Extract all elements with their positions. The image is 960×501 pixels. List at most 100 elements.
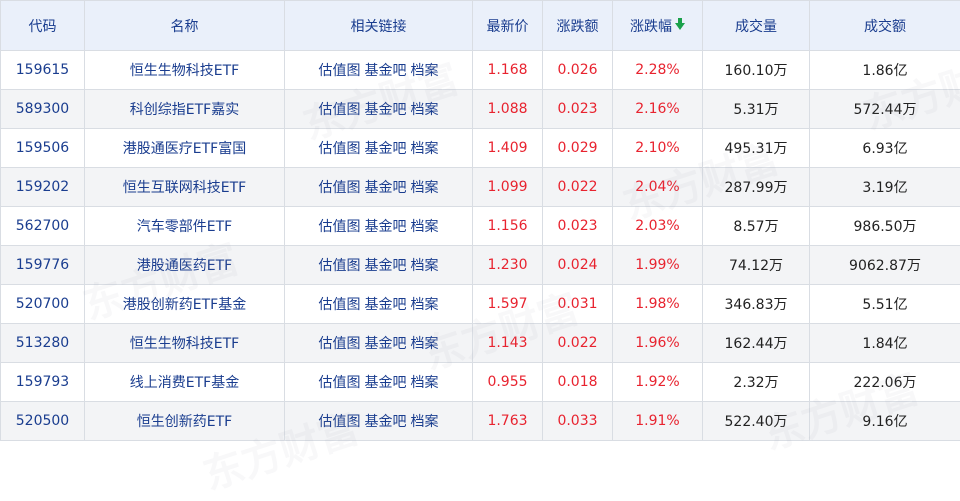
- cell-code[interactable]: 159615: [1, 51, 85, 90]
- cell-price: 1.156: [473, 207, 543, 246]
- cell-pct: 2.16%: [613, 90, 703, 129]
- cell-pct: 2.10%: [613, 129, 703, 168]
- link-fund-profile[interactable]: 档案: [411, 336, 439, 352]
- cell-change: 0.033: [543, 402, 613, 441]
- col-header-code[interactable]: 代码: [1, 1, 85, 51]
- cell-code[interactable]: 589300: [1, 90, 85, 129]
- cell-pct: 2.28%: [613, 51, 703, 90]
- cell-name[interactable]: 汽车零部件ETF: [85, 207, 285, 246]
- cell-links: 估值图基金吧档案: [285, 324, 473, 363]
- cell-volume: 160.10万: [703, 51, 810, 90]
- cell-change: 0.029: [543, 129, 613, 168]
- cell-price: 1.763: [473, 402, 543, 441]
- cell-name[interactable]: 线上消费ETF基金: [85, 363, 285, 402]
- link-valuation-chart[interactable]: 估值图: [319, 414, 361, 430]
- col-header-name[interactable]: 名称: [85, 1, 285, 51]
- link-fund-forum[interactable]: 基金吧: [365, 297, 407, 313]
- cell-amount: 5.51亿: [810, 285, 960, 324]
- cell-amount: 986.50万: [810, 207, 960, 246]
- cell-amount: 1.86亿: [810, 51, 960, 90]
- cell-links: 估值图基金吧档案: [285, 207, 473, 246]
- cell-change: 0.022: [543, 324, 613, 363]
- fund-ranking-table: 代码 名称 相关链接 最新价 涨跌额 涨跌幅 成交量 成交额 159615恒生生…: [0, 0, 960, 441]
- cell-links: 估值图基金吧档案: [285, 129, 473, 168]
- link-valuation-chart[interactable]: 估值图: [319, 336, 361, 352]
- col-header-price[interactable]: 最新价: [473, 1, 543, 51]
- cell-name[interactable]: 港股通医疗ETF富国: [85, 129, 285, 168]
- link-valuation-chart[interactable]: 估值图: [319, 102, 361, 118]
- link-valuation-chart[interactable]: 估值图: [319, 219, 361, 235]
- link-fund-forum[interactable]: 基金吧: [365, 258, 407, 274]
- cell-pct: 1.91%: [613, 402, 703, 441]
- cell-price: 1.409: [473, 129, 543, 168]
- col-header-change[interactable]: 涨跌额: [543, 1, 613, 51]
- cell-name[interactable]: 港股创新药ETF基金: [85, 285, 285, 324]
- col-header-links: 相关链接: [285, 1, 473, 51]
- link-fund-profile[interactable]: 档案: [411, 141, 439, 157]
- link-valuation-chart[interactable]: 估值图: [319, 141, 361, 157]
- cell-pct: 1.99%: [613, 246, 703, 285]
- link-fund-forum[interactable]: 基金吧: [365, 102, 407, 118]
- cell-code[interactable]: 520700: [1, 285, 85, 324]
- cell-price: 1.088: [473, 90, 543, 129]
- link-valuation-chart[interactable]: 估值图: [319, 258, 361, 274]
- cell-amount: 9.16亿: [810, 402, 960, 441]
- link-fund-forum[interactable]: 基金吧: [365, 141, 407, 157]
- cell-name[interactable]: 恒生创新药ETF: [85, 402, 285, 441]
- cell-volume: 287.99万: [703, 168, 810, 207]
- link-valuation-chart[interactable]: 估值图: [319, 375, 361, 391]
- cell-code[interactable]: 513280: [1, 324, 85, 363]
- cell-volume: 346.83万: [703, 285, 810, 324]
- link-fund-forum[interactable]: 基金吧: [365, 336, 407, 352]
- link-fund-profile[interactable]: 档案: [411, 375, 439, 391]
- cell-code[interactable]: 520500: [1, 402, 85, 441]
- cell-volume: 8.57万: [703, 207, 810, 246]
- table-row: 159793线上消费ETF基金估值图基金吧档案0.9550.0181.92%2.…: [1, 363, 960, 402]
- col-header-pct[interactable]: 涨跌幅: [613, 1, 703, 51]
- link-fund-profile[interactable]: 档案: [411, 414, 439, 430]
- link-fund-forum[interactable]: 基金吧: [365, 180, 407, 196]
- cell-amount: 1.84亿: [810, 324, 960, 363]
- col-header-volume[interactable]: 成交量: [703, 1, 810, 51]
- cell-name[interactable]: 恒生生物科技ETF: [85, 324, 285, 363]
- link-fund-forum[interactable]: 基金吧: [365, 414, 407, 430]
- table-row: 589300科创综指ETF嘉实估值图基金吧档案1.0880.0232.16%5.…: [1, 90, 960, 129]
- cell-code[interactable]: 562700: [1, 207, 85, 246]
- link-fund-profile[interactable]: 档案: [411, 102, 439, 118]
- link-fund-profile[interactable]: 档案: [411, 180, 439, 196]
- link-fund-forum[interactable]: 基金吧: [365, 63, 407, 79]
- link-fund-profile[interactable]: 档案: [411, 219, 439, 235]
- link-fund-forum[interactable]: 基金吧: [365, 219, 407, 235]
- cell-change: 0.024: [543, 246, 613, 285]
- cell-change: 0.018: [543, 363, 613, 402]
- link-valuation-chart[interactable]: 估值图: [319, 297, 361, 313]
- link-valuation-chart[interactable]: 估值图: [319, 180, 361, 196]
- col-header-amount[interactable]: 成交额: [810, 1, 960, 51]
- link-fund-profile[interactable]: 档案: [411, 63, 439, 79]
- cell-name[interactable]: 港股通医药ETF: [85, 246, 285, 285]
- link-valuation-chart[interactable]: 估值图: [319, 63, 361, 79]
- cell-code[interactable]: 159776: [1, 246, 85, 285]
- table-row: 520700港股创新药ETF基金估值图基金吧档案1.5970.0311.98%3…: [1, 285, 960, 324]
- cell-links: 估值图基金吧档案: [285, 51, 473, 90]
- table-row: 520500恒生创新药ETF 估值图基金吧档案 1.7630.0331.91%522…: [1, 402, 960, 441]
- cell-volume: 162.44万: [703, 324, 810, 363]
- link-fund-profile[interactable]: 档案: [411, 297, 439, 313]
- cell-name[interactable]: 科创综指ETF嘉实: [85, 90, 285, 129]
- cell-change: 0.022: [543, 168, 613, 207]
- cell-code[interactable]: 159793: [1, 363, 85, 402]
- cell-code[interactable]: 159506: [1, 129, 85, 168]
- cell-code[interactable]: 159202: [1, 168, 85, 207]
- table-header-row: 代码 名称 相关链接 最新价 涨跌额 涨跌幅 成交量 成交额: [1, 1, 960, 51]
- link-fund-profile[interactable]: 档案: [411, 258, 439, 274]
- cell-links: 估值图基金吧档案: [285, 285, 473, 324]
- cell-name[interactable]: 恒生生物科技ETF: [85, 51, 285, 90]
- cell-volume: 522.40万: [703, 402, 810, 441]
- cell-amount: 6.93亿: [810, 129, 960, 168]
- table-row: 513280恒生生物科技ETF估值图基金吧档案1.1430.0221.96%16…: [1, 324, 960, 363]
- table-body: 159615恒生生物科技ETF估值图基金吧档案1.1680.0262.28%16…: [1, 51, 960, 441]
- cell-name[interactable]: 恒生互联网科技ETF: [85, 168, 285, 207]
- cell-price: 1.168: [473, 51, 543, 90]
- cell-amount: 222.06万: [810, 363, 960, 402]
- link-fund-forum[interactable]: 基金吧: [365, 375, 407, 391]
